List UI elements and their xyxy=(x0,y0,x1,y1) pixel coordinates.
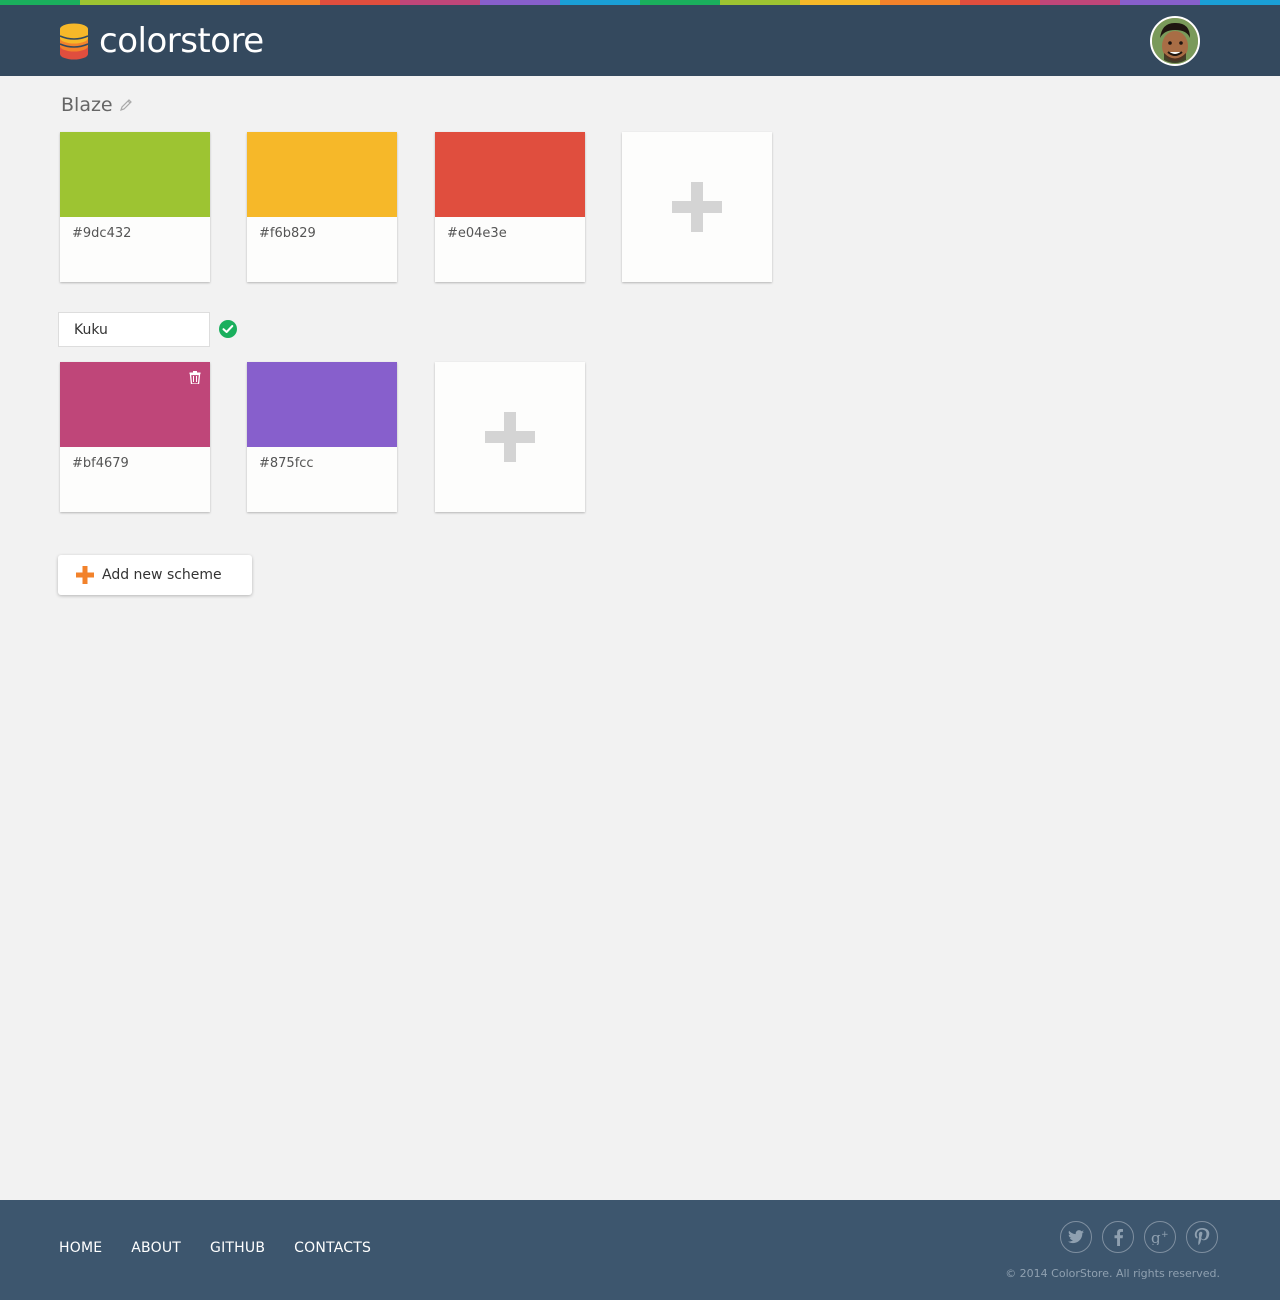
add-color-button[interactable] xyxy=(435,362,585,512)
footer: HOME ABOUT GITHUB CONTACTS g + © 2014 Col… xyxy=(0,1200,1280,1300)
svg-text:g: g xyxy=(1151,1229,1161,1245)
color-swatch xyxy=(60,132,210,217)
hex-label: #9dc432 xyxy=(72,226,132,241)
footer-link-about[interactable]: ABOUT xyxy=(131,1240,181,1256)
user-avatar[interactable] xyxy=(1150,16,1200,66)
add-scheme-label: Add new scheme xyxy=(102,567,222,583)
color-swatch xyxy=(247,132,397,217)
scheme-name-input[interactable] xyxy=(58,312,210,347)
plus-icon xyxy=(76,566,94,584)
hex-label: #e04e3e xyxy=(447,226,507,241)
check-circle-icon[interactable] xyxy=(219,320,237,338)
facebook-icon[interactable] xyxy=(1102,1221,1134,1253)
color-swatch xyxy=(60,362,210,447)
avatar-photo xyxy=(1152,18,1198,64)
footer-link-contacts[interactable]: CONTACTS xyxy=(294,1240,371,1256)
add-color-button[interactable] xyxy=(622,132,772,282)
logo[interactable]: colorstore xyxy=(60,22,264,60)
color-card[interactable]: #bf4679 xyxy=(60,362,210,512)
trash-icon[interactable] xyxy=(189,371,201,384)
footer-nav: HOME ABOUT GITHUB CONTACTS xyxy=(59,1240,400,1256)
header: colorstore xyxy=(0,5,1280,76)
color-swatch xyxy=(247,362,397,447)
scheme-title: Blaze xyxy=(61,94,133,116)
pencil-icon[interactable] xyxy=(119,98,133,112)
hex-label: #bf4679 xyxy=(72,456,129,471)
pinterest-icon[interactable] xyxy=(1186,1221,1218,1253)
twitter-icon[interactable] xyxy=(1060,1221,1092,1253)
hex-label: #875fcc xyxy=(259,456,314,471)
color-card[interactable]: #875fcc xyxy=(247,362,397,512)
social-links: g + xyxy=(1060,1221,1228,1253)
color-swatch xyxy=(435,132,585,217)
hex-label: #f6b829 xyxy=(259,226,316,241)
add-scheme-button[interactable]: Add new scheme xyxy=(58,555,252,595)
brand-name: colorstore xyxy=(99,21,264,61)
color-card[interactable]: #e04e3e xyxy=(435,132,585,282)
color-card[interactable]: #9dc432 xyxy=(60,132,210,282)
svg-text:+: + xyxy=(1161,1230,1169,1240)
google-plus-icon[interactable]: g + xyxy=(1144,1221,1176,1253)
database-icon xyxy=(60,23,88,59)
plus-icon xyxy=(672,182,722,232)
scheme-name: Blaze xyxy=(61,94,113,116)
copyright: © 2014 ColorStore. All rights reserved. xyxy=(1005,1267,1220,1280)
footer-link-github[interactable]: GITHUB xyxy=(210,1240,265,1256)
color-card[interactable]: #f6b829 xyxy=(247,132,397,282)
footer-link-home[interactable]: HOME xyxy=(59,1240,102,1256)
plus-icon xyxy=(485,412,535,462)
